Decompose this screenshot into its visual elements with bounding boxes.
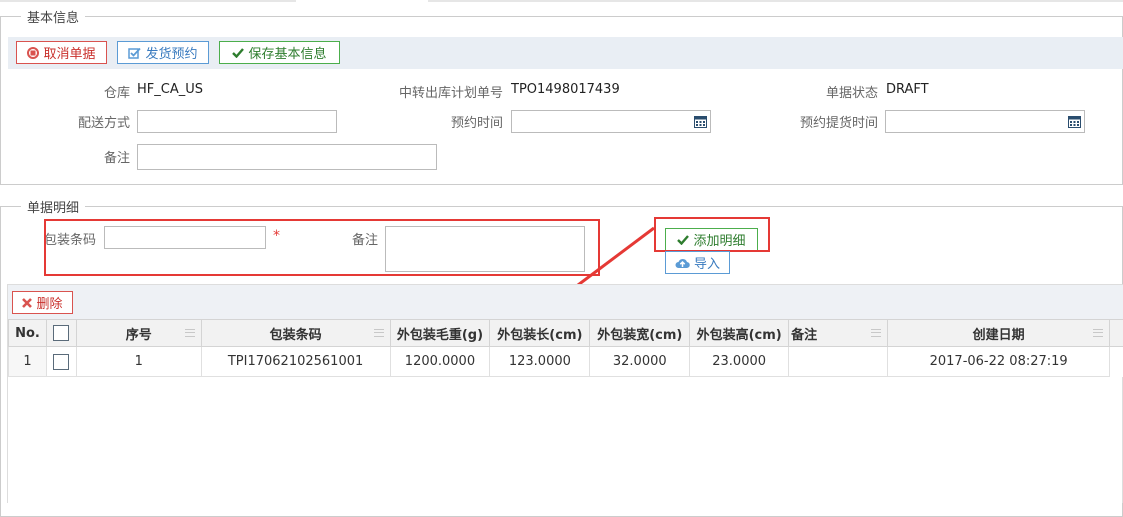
top-tab-gap	[296, 0, 428, 2]
header-height[interactable]: 外包装高(cm)	[690, 320, 789, 347]
import-label: 导入	[694, 253, 720, 272]
plan-no-value: TPO1498017439	[511, 82, 620, 97]
cell-height: 23.0000	[690, 347, 789, 377]
select-all-checkbox[interactable]	[53, 325, 69, 341]
cell-remark	[789, 347, 888, 377]
column-menu-icon[interactable]	[374, 329, 384, 337]
row-select[interactable]	[46, 347, 76, 377]
cell-barcode: TPI17062102561001	[201, 347, 390, 377]
header-seq-label: 序号	[126, 328, 152, 343]
column-menu-icon[interactable]	[1093, 329, 1103, 337]
cell-length: 123.0000	[490, 347, 590, 377]
save-basic-info-label: 保存基本信息	[248, 43, 326, 62]
delete-button[interactable]: 删除	[12, 291, 73, 314]
top-divider	[0, 0, 1123, 2]
cell-weight: 1200.0000	[390, 347, 490, 377]
save-basic-info-button[interactable]: 保存基本信息	[219, 41, 340, 64]
status-label: 单据状态	[790, 82, 878, 101]
ship-booking-button[interactable]: 发货预约	[117, 41, 209, 64]
header-remark-label: 备注	[789, 328, 817, 343]
cell-seq: 1	[76, 347, 201, 377]
cell-spacer	[1110, 347, 1123, 377]
remark-textarea[interactable]	[137, 144, 437, 170]
highlight-add-button	[654, 217, 770, 252]
delete-label: 删除	[36, 293, 62, 312]
column-menu-icon[interactable]	[871, 329, 881, 337]
header-created[interactable]: 创建日期	[887, 320, 1110, 347]
check-icon	[232, 47, 244, 58]
header-barcode-label: 包装条码	[270, 328, 322, 343]
booking-time-label: 预约时间	[420, 112, 503, 131]
status-value: DRAFT	[886, 82, 929, 97]
plan-no-label: 中转出库计划单号	[370, 82, 503, 101]
calendar-icon[interactable]	[694, 115, 707, 128]
header-barcode[interactable]: 包装条码	[201, 320, 390, 347]
cell-width: 32.0000	[590, 347, 690, 377]
basic-info-title: 基本信息	[21, 7, 85, 26]
delivery-method-input[interactable]	[137, 110, 337, 133]
close-icon	[22, 298, 32, 308]
detail-grid: No. 序号 包装条码 外包装毛重(g) 外包装长(cm) 外包装宽(cm) 外…	[8, 319, 1123, 377]
cell-created: 2017-06-22 08:27:19	[887, 347, 1110, 377]
row-number: 1	[9, 347, 47, 377]
pickup-time-input[interactable]	[885, 110, 1085, 133]
detail-title: 单据明细	[21, 197, 85, 216]
header-width[interactable]: 外包装宽(cm)	[590, 320, 690, 347]
header-seq[interactable]: 序号	[76, 320, 201, 347]
pickup-time-label: 预约提货时间	[770, 112, 878, 131]
header-weight[interactable]: 外包装毛重(g)	[390, 320, 490, 347]
warehouse-label: 仓库	[60, 82, 130, 101]
edit-check-icon	[128, 47, 141, 59]
row-checkbox[interactable]	[53, 354, 69, 370]
cancel-document-label: 取消单据	[43, 43, 95, 62]
cancel-document-button[interactable]: 取消单据	[16, 41, 107, 64]
delivery-method-label: 配送方式	[50, 112, 130, 131]
booking-time-input[interactable]	[511, 110, 711, 133]
cloud-upload-icon	[675, 257, 690, 269]
grid-toolbar	[8, 285, 1123, 319]
ship-booking-label: 发货预约	[145, 43, 197, 62]
ban-icon	[27, 47, 39, 59]
header-created-label: 创建日期	[973, 328, 1025, 343]
header-length[interactable]: 外包装长(cm)	[490, 320, 590, 347]
table-row[interactable]: 1 1 TPI17062102561001 1200.0000 123.0000…	[9, 347, 1123, 377]
import-button[interactable]: 导入	[665, 251, 730, 274]
header-select-all[interactable]	[46, 320, 76, 347]
warehouse-value: HF_CA_US	[137, 82, 203, 97]
grid-header-row: No. 序号 包装条码 外包装毛重(g) 外包装长(cm) 外包装宽(cm) 外…	[9, 320, 1123, 347]
header-rownum: No.	[9, 320, 47, 347]
header-scroll-spacer	[1110, 320, 1123, 347]
column-menu-icon[interactable]	[185, 329, 195, 337]
remark-label: 备注	[70, 147, 130, 166]
header-remark[interactable]: 备注	[789, 320, 888, 347]
highlight-input-box	[44, 219, 600, 276]
calendar-icon[interactable]	[1068, 115, 1081, 128]
